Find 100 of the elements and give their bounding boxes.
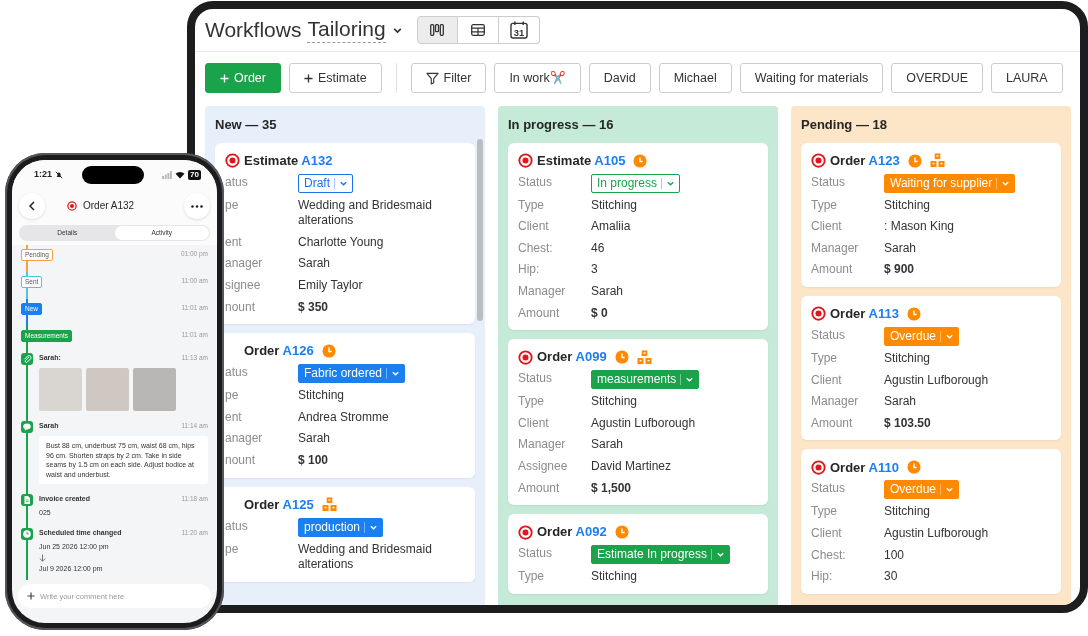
view-tab[interactable] — [457, 16, 499, 44]
clock-icon — [906, 306, 921, 321]
card-title: Estimate A132 — [244, 151, 333, 170]
field-label: ent — [225, 234, 243, 251]
field-label: Client — [811, 372, 843, 389]
boxes-icon — [636, 349, 652, 365]
field-value: David Martinez — [591, 458, 672, 475]
caret-icon — [716, 550, 726, 560]
status-dropdown[interactable]: measurements — [591, 370, 700, 390]
back-button[interactable] — [19, 193, 45, 219]
order-link[interactable]: A126 — [282, 343, 314, 359]
field-label: Amount — [518, 480, 561, 497]
field-label: Status — [811, 481, 847, 498]
board-view-icon — [430, 24, 445, 36]
order-link[interactable]: A110 — [868, 459, 899, 475]
filter-button[interactable]: Filter — [410, 63, 487, 93]
status-dropdown[interactable]: production — [298, 517, 384, 537]
order-link[interactable]: A099 — [575, 349, 607, 365]
boxes-icon — [321, 497, 337, 513]
filter-chip[interactable]: OVERDUE — [891, 63, 983, 93]
field-value: $ 900 — [884, 262, 915, 278]
field-value: 3 — [591, 262, 598, 278]
field-label: Type — [518, 394, 545, 410]
calendar-icon: 31 — [509, 21, 528, 39]
field-value: $ 0 — [591, 305, 608, 322]
field-label: Chest: — [518, 240, 554, 257]
bell-slash-icon — [55, 171, 63, 179]
field-value: Stitching — [884, 350, 931, 367]
field-label: Type — [811, 504, 838, 520]
field-label: Status — [811, 327, 847, 344]
field-label: Status — [518, 174, 554, 191]
clock-icon — [907, 153, 922, 168]
field-label: Client — [518, 219, 550, 235]
plus-icon — [27, 592, 35, 600]
field-label: anager — [225, 431, 264, 447]
field-value: Agustin Lufborough — [884, 525, 989, 542]
field-label: Client — [518, 415, 550, 432]
screen-title: Order A132 — [83, 200, 136, 212]
new-estimate-button[interactable]: Estimate — [288, 63, 382, 93]
field-value: Amaliia — [591, 219, 631, 235]
filter-chip[interactable]: Waiting for materials — [739, 63, 884, 93]
order-link[interactable]: A113 — [868, 306, 899, 322]
status-dropdown[interactable]: Overdue — [884, 326, 960, 346]
card-title: Estimate A105 — [537, 151, 626, 170]
status-dropdown[interactable]: In progress — [591, 173, 681, 193]
field-value: Stitching — [298, 388, 345, 404]
status-dropdown[interactable]: Draft — [298, 173, 353, 193]
card-title: Order A123 — [830, 151, 900, 170]
view-tab[interactable] — [416, 16, 458, 44]
filter-chip[interactable]: In work✂ — [494, 63, 581, 93]
filter-chip[interactable]: David — [588, 63, 651, 93]
field-value: $ 1,500 — [591, 480, 632, 497]
field-value: Charlotte Young — [298, 234, 384, 251]
page-title: Workflows — [205, 17, 302, 44]
order-link[interactable]: A123 — [868, 152, 900, 168]
field-label: Type — [518, 197, 545, 214]
workflow-selector[interactable]: Tailoring — [307, 17, 386, 43]
field-label: Status — [518, 371, 554, 388]
order-link[interactable]: A105 — [594, 152, 626, 168]
card-title: Order A113 — [830, 305, 899, 324]
plus-icon — [303, 73, 313, 83]
status-dropdown[interactable]: Fabric ordered — [298, 364, 406, 384]
field-label: Hip: — [811, 569, 834, 585]
card-title: Order A110 — [830, 458, 899, 477]
filter-icon — [425, 71, 439, 85]
signal-icon — [162, 171, 173, 179]
field-label: Manager — [811, 394, 860, 410]
filter-chip[interactable]: LAURA — [991, 63, 1063, 93]
more-button[interactable] — [184, 193, 210, 219]
field-value: : Mason King — [884, 219, 955, 235]
field-label: Type — [811, 197, 838, 214]
status-dropdown[interactable]: Estimate In progress — [591, 545, 731, 565]
target-icon — [518, 153, 533, 169]
order-link[interactable]: A125 — [282, 496, 314, 512]
plus-icon — [220, 73, 229, 83]
field-label: atus — [225, 365, 249, 382]
field-value: Andrea Stromme — [298, 409, 389, 426]
clock-icon — [614, 525, 629, 540]
view-tab[interactable]: 31 — [498, 16, 540, 44]
field-value: 30 — [884, 569, 898, 585]
field-label: Amount — [518, 305, 561, 322]
new-order-button[interactable]: Order — [205, 63, 281, 93]
clock-icon — [321, 344, 336, 359]
status-dropdown[interactable]: Overdue — [884, 480, 960, 500]
field-label: signee — [225, 277, 262, 294]
field-value: Sarah — [884, 394, 917, 410]
clock-icon — [906, 460, 921, 475]
field-label: Manager — [811, 240, 860, 257]
order-link[interactable]: A092 — [575, 524, 607, 540]
field-label: pe — [225, 541, 240, 558]
card-title: Order A125 — [244, 495, 314, 514]
order-link[interactable]: A132 — [301, 152, 333, 168]
field-value: Sarah — [591, 437, 624, 453]
field-label: nount — [225, 299, 257, 316]
field-value: 100 — [884, 547, 905, 564]
filter-chip[interactable]: Michael — [658, 63, 732, 93]
field-label: Client — [811, 219, 843, 235]
status-dropdown[interactable]: Waiting for supplier — [884, 173, 1016, 193]
field-label: Amount — [811, 262, 854, 278]
field-label: Status — [518, 546, 554, 563]
